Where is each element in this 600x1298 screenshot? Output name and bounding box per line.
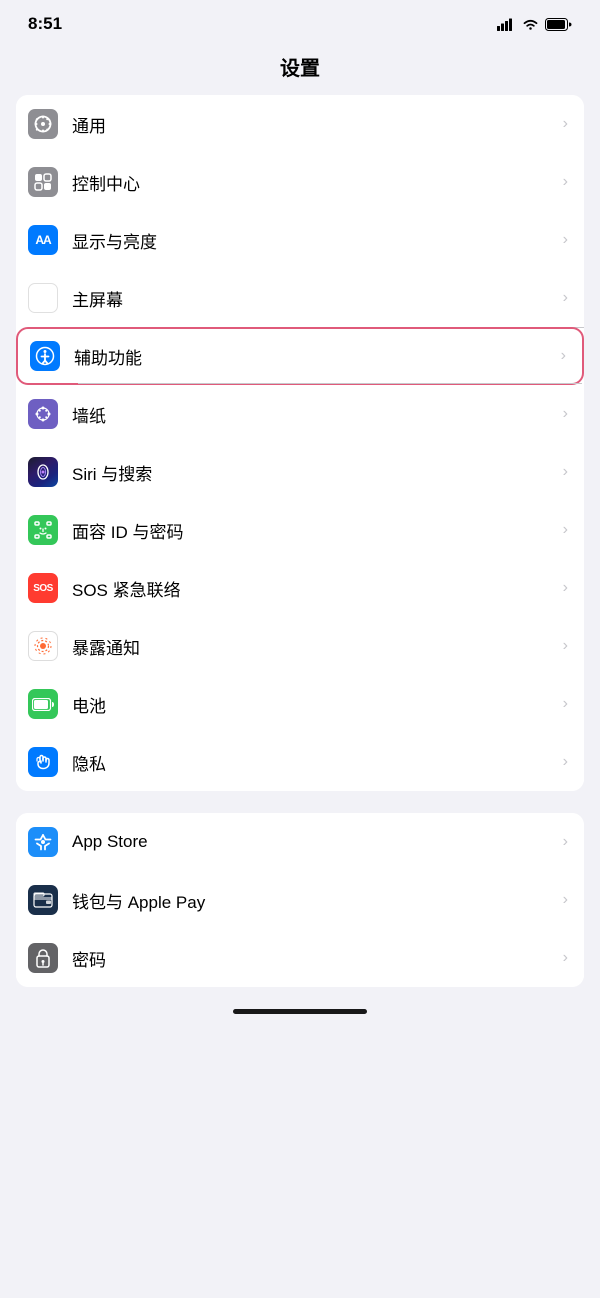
settings-row-display[interactable]: AA 显示与亮度 › xyxy=(16,211,584,269)
wallpaper-label: 墙纸 xyxy=(72,402,559,427)
control-center-chevron: › xyxy=(563,173,568,191)
battery-icon xyxy=(545,18,572,31)
settings-group-1: 通用 › 控制中心 › AA 显示与亮度 › xyxy=(16,95,584,791)
accessibility-chevron: › xyxy=(561,347,566,365)
status-bar: 8:51 xyxy=(0,0,600,42)
homescreen-chevron: › xyxy=(563,289,568,307)
display-icon: AA xyxy=(28,225,58,255)
settings-row-appstore[interactable]: App Store › xyxy=(16,813,584,871)
exposure-chevron: › xyxy=(563,637,568,655)
siri-icon xyxy=(28,457,58,487)
faceid-label: 面容 ID 与密码 xyxy=(72,518,559,543)
settings-row-wallet[interactable]: 钱包与 Apple Pay › xyxy=(16,871,584,929)
faceid-chevron: › xyxy=(563,521,568,539)
homescreen-icon xyxy=(28,283,58,313)
settings-row-siri[interactable]: Siri 与搜索 › xyxy=(16,443,584,501)
wallpaper-chevron: › xyxy=(563,405,568,423)
homescreen-label: 主屏幕 xyxy=(72,286,559,311)
display-chevron: › xyxy=(563,231,568,249)
appstore-label: App Store xyxy=(72,832,559,852)
passwords-chevron: › xyxy=(563,949,568,967)
wallpaper-icon xyxy=(28,399,58,429)
page-title: 设置 xyxy=(0,52,600,81)
home-indicator xyxy=(233,1009,367,1014)
settings-row-sos[interactable]: SOS SOS 紧急联络 › xyxy=(16,559,584,617)
settings-row-privacy[interactable]: 隐私 › xyxy=(16,733,584,791)
settings-group-2: App Store › 钱包与 Apple Pay › 密码 › xyxy=(16,813,584,987)
signal-icon xyxy=(497,18,516,31)
settings-row-general[interactable]: 通用 › xyxy=(16,95,584,153)
sos-chevron: › xyxy=(563,579,568,597)
wifi-icon xyxy=(522,18,539,31)
privacy-label: 隐私 xyxy=(72,750,559,775)
battery-label: 电池 xyxy=(72,692,559,717)
settings-row-battery[interactable]: 电池 › xyxy=(16,675,584,733)
appstore-chevron: › xyxy=(563,833,568,851)
general-icon xyxy=(28,109,58,139)
siri-chevron: › xyxy=(563,463,568,481)
control-center-icon xyxy=(28,167,58,197)
privacy-icon xyxy=(28,747,58,777)
display-label: 显示与亮度 xyxy=(72,228,559,253)
passwords-label: 密码 xyxy=(72,946,559,971)
accessibility-label: 辅助功能 xyxy=(74,344,557,369)
siri-label: Siri 与搜索 xyxy=(72,460,559,485)
battery-chevron: › xyxy=(563,695,568,713)
general-label: 通用 xyxy=(72,112,559,137)
privacy-chevron: › xyxy=(563,753,568,771)
sos-label: SOS 紧急联络 xyxy=(72,576,559,601)
page-title-bar: 设置 xyxy=(0,42,600,95)
wallet-chevron: › xyxy=(563,891,568,909)
status-icons xyxy=(497,18,572,31)
settings-row-passwords[interactable]: 密码 › xyxy=(16,929,584,987)
faceid-icon xyxy=(28,515,58,545)
settings-row-control-center[interactable]: 控制中心 › xyxy=(16,153,584,211)
settings-row-accessibility[interactable]: 辅助功能 › xyxy=(16,327,584,385)
wallet-label: 钱包与 Apple Pay xyxy=(72,888,559,913)
passwords-icon xyxy=(28,943,58,973)
settings-row-homescreen[interactable]: 主屏幕 › xyxy=(16,269,584,327)
settings-row-wallpaper[interactable]: 墙纸 › xyxy=(16,385,584,443)
settings-row-faceid[interactable]: 面容 ID 与密码 › xyxy=(16,501,584,559)
settings-row-exposure[interactable]: 暴露通知 › xyxy=(16,617,584,675)
appstore-icon xyxy=(28,827,58,857)
battery-icon xyxy=(28,689,58,719)
status-time: 8:51 xyxy=(28,14,62,34)
exposure-label: 暴露通知 xyxy=(72,634,559,659)
wallet-icon xyxy=(28,885,58,915)
general-chevron: › xyxy=(563,115,568,133)
sos-icon: SOS xyxy=(28,573,58,603)
exposure-icon xyxy=(28,631,58,661)
accessibility-icon xyxy=(30,341,60,371)
control-center-label: 控制中心 xyxy=(72,170,559,195)
